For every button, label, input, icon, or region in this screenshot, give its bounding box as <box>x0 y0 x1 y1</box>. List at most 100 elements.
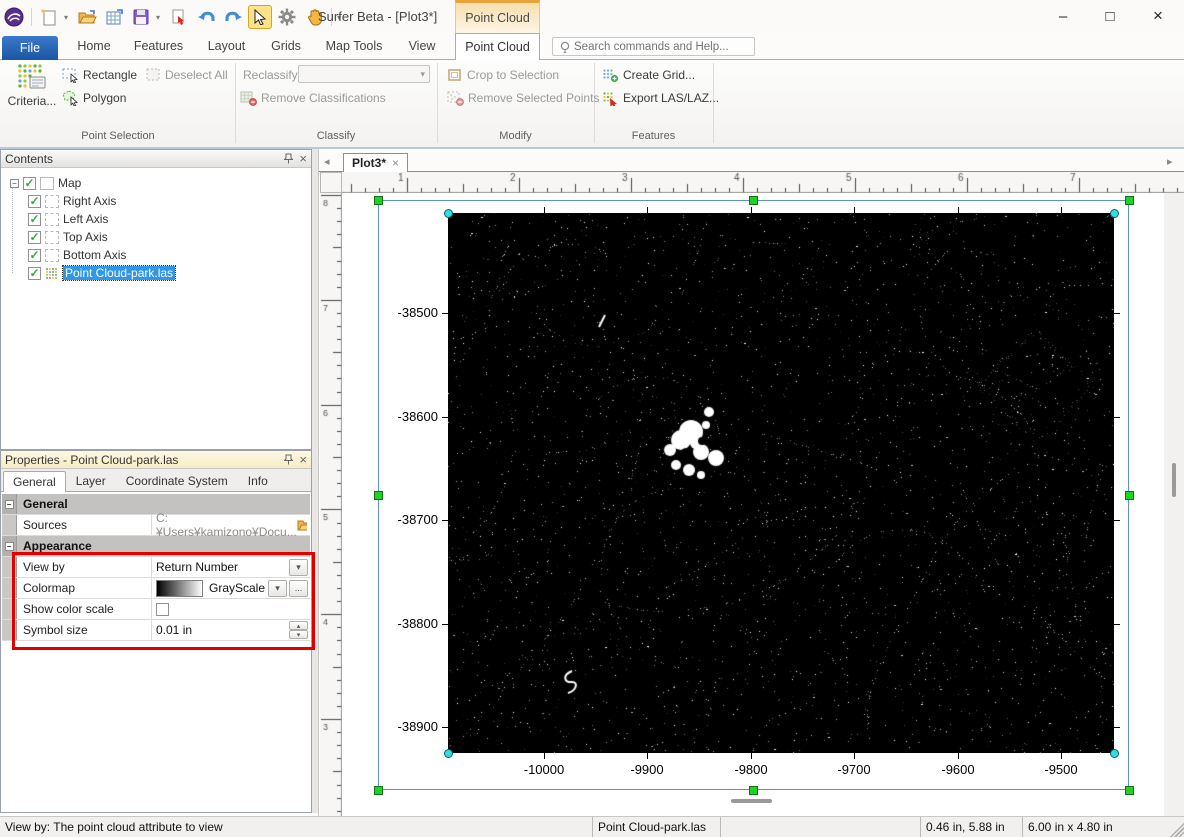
vertex-handle-ne[interactable] <box>1110 209 1119 218</box>
minimize-button[interactable]: – <box>1040 0 1086 32</box>
pin-icon[interactable] <box>284 153 294 164</box>
select-tool-button[interactable] <box>248 5 272 29</box>
top-axis-tick <box>544 207 545 213</box>
remove-selected-points-button[interactable]: Remove Selected Points <box>447 89 599 107</box>
new-dropdown-arrow[interactable]: ▾ <box>64 13 72 22</box>
tab-scroll-right-icon[interactable]: ▸ <box>1167 155 1173 168</box>
tree-item-map[interactable]: − ✓ Map <box>2 174 310 192</box>
bottom-axis-checkbox[interactable]: ✓ <box>28 248 41 262</box>
selection-handle-se[interactable] <box>1125 786 1134 795</box>
options-gear-button[interactable] <box>275 5 299 29</box>
export-button[interactable] <box>167 5 191 29</box>
new-document-button[interactable] <box>37 5 61 29</box>
tab-map-tools[interactable]: Map Tools <box>321 33 387 59</box>
selection-handle-n[interactable] <box>749 196 758 205</box>
selection-handle-e[interactable] <box>1125 491 1134 500</box>
plot-page[interactable]: -38500 -38600 -38700 -38800 -38900 -1000… <box>342 193 1184 816</box>
criteria-button[interactable]: Criteria... <box>6 63 58 129</box>
tab-grids[interactable]: Grids <box>265 33 307 59</box>
search-input[interactable] <box>572 39 746 54</box>
create-grid-icon <box>603 68 619 82</box>
selection-handle-sw[interactable] <box>374 786 383 795</box>
top-axis-checkbox[interactable]: ✓ <box>28 230 41 244</box>
tree-item-right-axis[interactable]: ✓ Right Axis <box>2 192 310 210</box>
browse-folder-icon[interactable] <box>297 518 307 532</box>
tab-home[interactable]: Home <box>72 33 116 59</box>
tree-item-point-cloud[interactable]: ✓ Point Cloud-park.las <box>2 264 310 282</box>
tab-view[interactable]: View <box>402 33 442 59</box>
deselect-all-button[interactable]: Deselect All <box>146 66 228 84</box>
vertical-scrollbar-thumb[interactable] <box>1172 463 1176 497</box>
create-grid-button[interactable]: Create Grid... <box>602 66 695 84</box>
show-color-scale-checkbox[interactable] <box>156 602 169 616</box>
tab-file[interactable]: File <box>2 36 58 60</box>
crop-to-selection-button[interactable]: Crop to Selection <box>447 66 559 84</box>
command-search[interactable] <box>552 37 755 56</box>
polygon-select-button[interactable]: Polygon <box>62 89 126 107</box>
axis-icon <box>45 248 59 262</box>
vertical-ruler <box>320 193 342 816</box>
status-hint: View by: The point cloud attribute to vi… <box>5 820 223 834</box>
tab-layout[interactable]: Layout <box>203 33 250 59</box>
horizontal-scrollbar-thumb[interactable] <box>731 799 772 803</box>
left-axis-checkbox[interactable]: ✓ <box>28 212 41 226</box>
tab-general[interactable]: General <box>3 471 66 492</box>
redo-button[interactable] <box>221 5 245 29</box>
surfer-application-window: ▾ ▾ ▾ Surfer Beta - [Plot3*] Point Cloud… <box>0 0 1184 837</box>
tab-layer[interactable]: Layer <box>66 470 116 491</box>
row-show-color-scale: Show color scale <box>2 599 310 620</box>
tab-info[interactable]: Info <box>238 470 278 491</box>
colormap-dropdown[interactable]: ▾ <box>268 579 287 597</box>
tab-coordinate-system[interactable]: Coordinate System <box>116 470 238 491</box>
left-axis-tick <box>442 520 448 521</box>
ruler-corner-box <box>320 172 342 193</box>
y-axis-label: -38800 <box>397 616 438 631</box>
tree-item-top-axis[interactable]: ✓ Top Axis <box>2 228 310 246</box>
point-cloud-checkbox[interactable]: ✓ <box>28 266 41 280</box>
colormap-more-button[interactable]: ... <box>289 579 308 597</box>
document-tab-plot3[interactable]: Plot3* × <box>343 153 409 172</box>
tree-item-left-axis[interactable]: ✓ Left Axis <box>2 210 310 228</box>
map-checkbox[interactable]: ✓ <box>23 176 36 190</box>
save-dropdown-arrow[interactable]: ▾ <box>156 13 164 22</box>
top-axis-tick <box>751 207 752 213</box>
status-empty-cell <box>720 817 920 837</box>
selection-handle-w[interactable] <box>374 491 383 500</box>
undo-button[interactable] <box>194 5 218 29</box>
vertex-handle-se[interactable] <box>1110 749 1119 758</box>
pin-icon[interactable] <box>284 454 294 465</box>
remove-classifications-button[interactable]: Remove Classifications <box>240 89 386 107</box>
close-button[interactable]: × <box>1135 0 1181 32</box>
tab-scroll-left-icon[interactable]: ◂ <box>324 155 330 168</box>
colormap-gradient-swatch[interactable] <box>156 579 203 597</box>
symbol-size-stepper[interactable]: ▴ ▾ <box>289 621 308 639</box>
selection-handle-s[interactable] <box>749 786 758 795</box>
tree-item-bottom-axis[interactable]: ✓ Bottom Axis <box>2 246 310 264</box>
close-panel-icon[interactable]: × <box>299 452 307 467</box>
close-document-icon[interactable]: × <box>392 156 399 170</box>
tab-features[interactable]: Features <box>130 33 187 59</box>
collapse-expander[interactable]: − <box>10 178 19 188</box>
vertical-scrollbar-track[interactable] <box>1164 193 1184 816</box>
view-by-dropdown[interactable]: ▾ <box>289 558 308 576</box>
export-laslaz-button[interactable]: Export LAS/LAZ... <box>602 89 719 107</box>
row-view-by: View by Return Number ▾ <box>2 557 310 578</box>
colormap-name: GrayScale <box>209 581 266 595</box>
resize-grip[interactable] <box>1168 817 1184 837</box>
section-appearance[interactable]: − Appearance <box>2 536 310 557</box>
new-worksheet-button[interactable] <box>102 5 126 29</box>
tab-point-cloud-active[interactable]: Point Cloud <box>455 33 540 60</box>
app-logo-icon[interactable] <box>2 5 26 29</box>
reclassify-combobox[interactable]: ▾ <box>298 65 430 83</box>
maximize-button[interactable]: □ <box>1087 0 1133 32</box>
vertex-handle-nw[interactable] <box>444 209 453 218</box>
selection-handle-ne[interactable] <box>1125 196 1134 205</box>
close-panel-icon[interactable]: × <box>299 151 307 166</box>
rectangle-select-button[interactable]: Rectangle <box>62 66 137 84</box>
selection-handle-nw[interactable] <box>374 196 383 205</box>
save-button[interactable] <box>129 5 153 29</box>
open-file-button[interactable] <box>75 5 99 29</box>
vertex-handle-sw[interactable] <box>444 749 453 758</box>
point-cloud-map-canvas[interactable] <box>448 213 1114 753</box>
right-axis-checkbox[interactable]: ✓ <box>28 194 41 208</box>
